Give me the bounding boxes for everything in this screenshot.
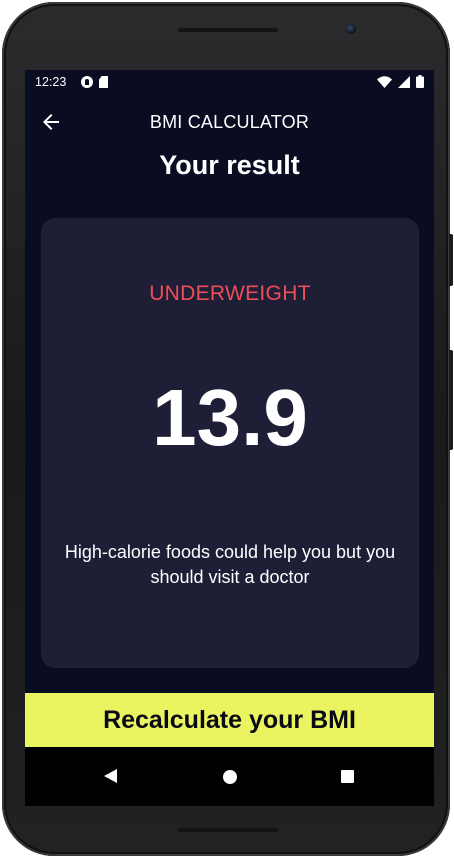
volume-button — [449, 350, 453, 450]
screen: 12:23 BMI CALCULATOR Your result UNDERWE… — [25, 70, 434, 806]
status-time: 12:23 — [35, 75, 67, 89]
page-title: Your result — [159, 150, 300, 180]
bmi-status-label: UNDERWEIGHT — [149, 282, 311, 305]
wifi-icon — [377, 75, 392, 88]
circle-home-icon[interactable] — [223, 770, 237, 784]
recalculate-button[interactable]: Recalculate your BMI — [25, 693, 434, 747]
signal-icon — [398, 75, 410, 88]
top-speaker — [178, 28, 278, 32]
system-nav-bar — [25, 747, 434, 806]
app-title: BMI CALCULATOR — [149, 112, 310, 132]
square-recents-icon[interactable] — [341, 770, 354, 783]
front-camera — [346, 24, 356, 34]
result-card: UNDERWEIGHT 13.9 High-calorie foods coul… — [41, 218, 419, 668]
bottom-speaker — [178, 828, 278, 832]
triangle-back-icon[interactable] — [104, 769, 117, 783]
power-button — [449, 234, 453, 286]
app-bar: BMI CALCULATOR — [25, 94, 434, 150]
status-indicators — [377, 75, 424, 88]
battery-icon — [416, 75, 424, 88]
bmi-value: 13.9 — [152, 373, 308, 462]
notification-icon — [81, 76, 93, 88]
sd-card-icon — [99, 76, 108, 88]
phone-frame: 12:23 BMI CALCULATOR Your result UNDERWE… — [2, 2, 453, 856]
bmi-advice-text: High-calorie foods could help you but yo… — [64, 542, 396, 587]
status-bar: 12:23 — [25, 70, 434, 94]
